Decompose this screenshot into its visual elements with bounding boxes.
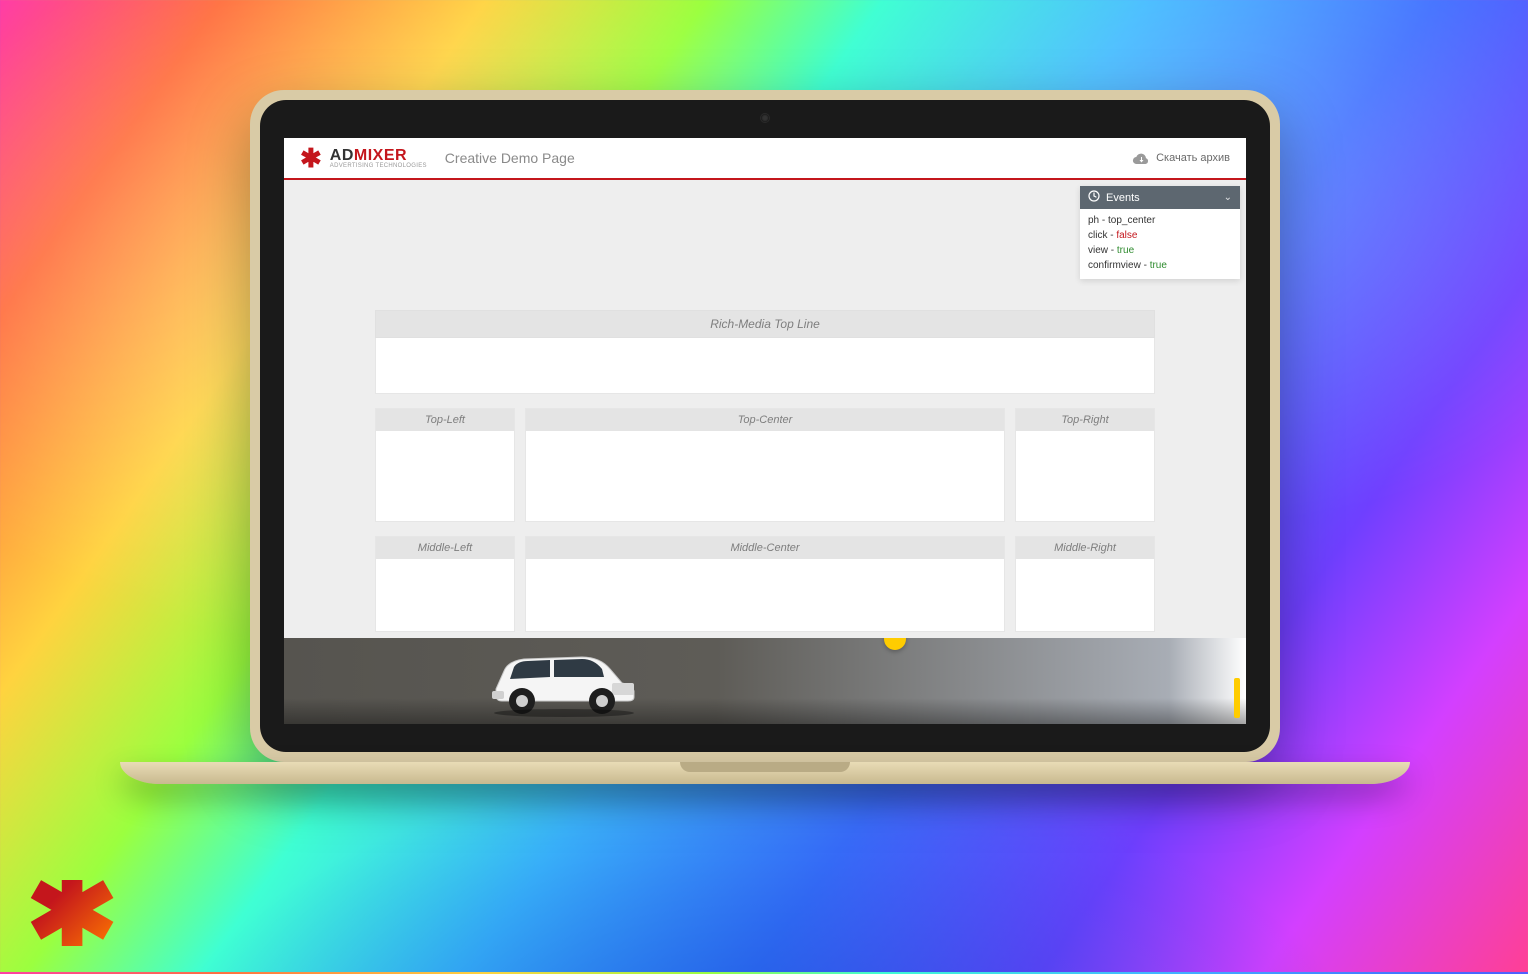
event-row: confirmview - true (1088, 258, 1232, 273)
viewport: ✱ ADMIXER ADVERTISING TECHNOLOGIES Creat… (284, 138, 1246, 724)
rich-media-ad[interactable]: ﹀ (284, 638, 1246, 724)
slot-row-middle: Middle-Left Middle-Center Middle-Right (375, 536, 1155, 632)
slot-middle-left-header: Middle-Left (376, 537, 514, 559)
laptop-base (120, 762, 1410, 784)
content: Events ⌄ ph - top_center click - false v… (284, 180, 1246, 724)
event-value: true (1150, 260, 1167, 271)
event-row: view - true (1088, 243, 1232, 258)
slot-middle-right-body (1016, 559, 1154, 631)
clock-icon (1088, 190, 1100, 205)
event-value: top_center (1108, 215, 1155, 226)
topbar: ✱ ADMIXER ADVERTISING TECHNOLOGIES Creat… (284, 138, 1246, 180)
brand: ✱ ADMIXER ADVERTISING TECHNOLOGIES (300, 145, 427, 171)
slot-top-center[interactable]: Top-Center (525, 408, 1005, 522)
ad-collapse-toggle[interactable]: ﹀ (884, 638, 906, 650)
slot-top-left[interactable]: Top-Left (375, 408, 515, 522)
cloud-download-icon (1132, 152, 1150, 164)
slot-row-top: Top-Left Top-Center Top-Right (375, 408, 1155, 522)
event-row: click - false (1088, 228, 1232, 243)
page-title: Creative Demo Page (445, 150, 575, 166)
event-sep: - (1141, 260, 1150, 271)
event-row: ph - top_center (1088, 213, 1232, 228)
slot-middle-center-body (526, 559, 1004, 631)
event-value: false (1116, 230, 1137, 241)
event-value: true (1117, 245, 1134, 256)
events-panel: Events ⌄ ph - top_center click - false v… (1080, 186, 1240, 279)
download-label: Скачать архив (1156, 152, 1230, 164)
slot-top-left-header: Top-Left (376, 409, 514, 431)
chevron-down-icon: ⌄ (1224, 192, 1232, 203)
slots-wrap: Rich-Media Top Line Top-Left Top-Center (375, 310, 1155, 632)
laptop-screen-outer: ✱ ADMIXER ADVERTISING TECHNOLOGIES Creat… (250, 90, 1280, 762)
brand-ad: AD (330, 147, 354, 164)
slot-top-left-body (376, 431, 514, 521)
event-key: ph (1088, 215, 1099, 226)
asterisk-icon: ✱ (26, 880, 118, 946)
laptop-notch (680, 762, 850, 772)
slot-top-center-header: Top-Center (526, 409, 1004, 431)
events-title: Events (1106, 192, 1140, 204)
slot-top-right[interactable]: Top-Right (1015, 408, 1155, 522)
slot-middle-center-header: Middle-Center (526, 537, 1004, 559)
slot-middle-left[interactable]: Middle-Left (375, 536, 515, 632)
event-key: click (1088, 230, 1107, 241)
road-shadow (284, 698, 1246, 724)
page: ✱ ADMIXER ADVERTISING TECHNOLOGIES Creat… (284, 138, 1246, 724)
brand-tagline: ADVERTISING TECHNOLOGIES (330, 163, 427, 169)
event-key: confirmview (1088, 260, 1141, 271)
slot-middle-right[interactable]: Middle-Right (1015, 536, 1155, 632)
laptop-camera (761, 114, 769, 122)
slot-middle-left-body (376, 559, 514, 631)
car-icon (484, 638, 644, 722)
ad-accent-bar (1234, 678, 1240, 718)
slot-rich-top-body[interactable] (375, 338, 1155, 394)
slot-rich-top-header: Rich-Media Top Line (375, 310, 1155, 338)
event-sep: - (1107, 230, 1116, 241)
event-sep: - (1099, 215, 1108, 226)
download-archive-link[interactable]: Скачать архив (1132, 152, 1230, 164)
laptop-mockup: ✱ ADMIXER ADVERTISING TECHNOLOGIES Creat… (250, 90, 1280, 784)
event-key: view (1088, 245, 1108, 256)
asterisk-icon: ✱ (300, 145, 322, 171)
slot-middle-center[interactable]: Middle-Center (525, 536, 1005, 632)
slot-top-center-body (526, 431, 1004, 521)
chevron-down-icon: ﹀ (888, 638, 902, 649)
events-panel-header[interactable]: Events ⌄ (1080, 186, 1240, 209)
event-sep: - (1108, 245, 1117, 256)
events-body: ph - top_center click - false view - tru… (1080, 209, 1240, 279)
brand-mixer: MIXER (354, 147, 407, 164)
slot-top-right-header: Top-Right (1016, 409, 1154, 431)
slot-top-right-body (1016, 431, 1154, 521)
slot-middle-right-header: Middle-Right (1016, 537, 1154, 559)
laptop-bezel: ✱ ADMIXER ADVERTISING TECHNOLOGIES Creat… (260, 100, 1270, 752)
